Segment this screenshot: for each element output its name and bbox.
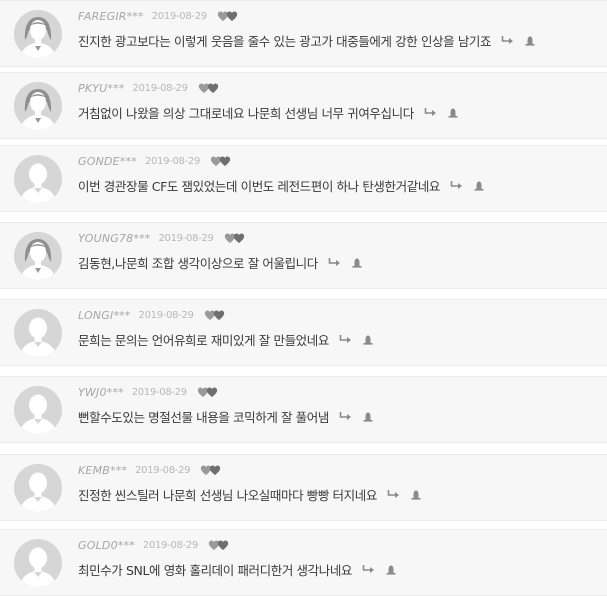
report-icon[interactable] — [448, 107, 458, 118]
comment-date: 2019-08-29 — [142, 539, 199, 551]
reply-icon[interactable] — [501, 35, 515, 45]
comment-item: GONDE*** 2019-08-29 이번 경관장물 CF도 잼있었는데 이번… — [0, 145, 607, 212]
comment-date: 2019-08-29 — [135, 464, 191, 476]
report-icon[interactable] — [363, 334, 373, 345]
comment-meta: YWJ0*** 2019-08-29 — [78, 385, 219, 399]
report-icon[interactable] — [474, 180, 484, 191]
comment-date: 2019-08-29 — [138, 309, 194, 321]
comment-date: 2019-08-29 — [144, 155, 201, 167]
report-icon[interactable] — [525, 35, 535, 46]
avatar-male — [14, 464, 62, 512]
hearts-icon — [208, 540, 230, 551]
username: KEMB*** — [78, 463, 128, 477]
report-icon[interactable] — [411, 489, 421, 500]
report-icon[interactable] — [363, 411, 373, 422]
username: GONDE*** — [78, 154, 137, 168]
comment-date: 2019-08-29 — [158, 232, 214, 244]
comment-meta: FAREGIR*** 2019-08-29 — [78, 9, 239, 23]
hearts-icon — [200, 465, 222, 476]
comment-meta: LONGI*** 2019-08-29 — [78, 308, 226, 322]
comment-meta: GOLD0*** 2019-08-29 — [78, 538, 230, 552]
report-icon[interactable] — [352, 257, 362, 268]
avatar-male — [14, 539, 62, 587]
comment-meta: GONDE*** 2019-08-29 — [78, 154, 232, 168]
comment-item: YWJ0*** 2019-08-29 뻔할수도있는 명절선물 내용을 코믹하게 … — [0, 376, 607, 443]
avatar-female — [14, 82, 62, 130]
comment-item: LONGI*** 2019-08-29 문희는 문의는 언어유희로 재미있게 잘… — [0, 299, 607, 366]
reply-icon[interactable] — [387, 489, 401, 499]
comment-item: GOLD0*** 2019-08-29 최민수가 SNL에 영화 홀리데이 패러… — [0, 529, 607, 596]
avatar-male — [14, 155, 62, 203]
comment-item: KEMB*** 2019-08-29 진정한 씬스틸러 나문희 선생님 나오실때… — [0, 454, 607, 521]
hearts-icon — [210, 156, 232, 167]
username: LONGI*** — [78, 308, 131, 322]
username: GOLD0*** — [78, 538, 135, 552]
comment-text: 이번 경관장물 CF도 잼있었는데 이번도 레전드편이 하나 탄생한거같네요 — [78, 178, 441, 194]
avatar-male — [14, 309, 62, 357]
avatar-female — [14, 10, 62, 58]
reply-icon[interactable] — [424, 107, 438, 117]
hearts-icon — [197, 387, 219, 398]
comment-item: PKYU*** 2019-08-29 거침없이 나왔을 의상 그대로네요 나문희… — [0, 72, 607, 139]
username: YOUNG78*** — [78, 231, 151, 245]
comment-item: FAREGIR*** 2019-08-29 진지한 광고보다는 이렇게 웃음을 … — [0, 0, 607, 67]
report-icon[interactable] — [386, 564, 396, 575]
username: YWJ0*** — [78, 385, 124, 399]
comment-text: 문희는 문의는 언어유희로 재미있게 잘 만들었네요 — [78, 332, 329, 348]
comment-text: 진정한 씬스틸러 나문희 선생님 나오실때마다 빵빵 터지네요 — [78, 487, 377, 503]
comment-date: 2019-08-29 — [151, 10, 207, 22]
username: FAREGIR*** — [78, 9, 144, 23]
hearts-icon — [204, 310, 226, 321]
comment-text: 진지한 광고보다는 이렇게 웃음을 줄수 있는 광고가 대중들에게 강한 인상을… — [78, 33, 492, 49]
reply-icon[interactable] — [339, 334, 353, 344]
comment-meta: KEMB*** 2019-08-29 — [78, 463, 222, 477]
comment-meta: YOUNG78*** 2019-08-29 — [78, 231, 246, 245]
avatar-male — [14, 386, 62, 434]
username: PKYU*** — [78, 81, 125, 95]
reply-icon[interactable] — [339, 411, 353, 421]
comment-text: 김동현,나문희 조합 생각이상으로 잘 어울립니다 — [78, 255, 318, 271]
comment-item: YOUNG78*** 2019-08-29 김동현,나문희 조합 생각이상으로 … — [0, 222, 607, 289]
comment-list: FAREGIR*** 2019-08-29 진지한 광고보다는 이렇게 웃음을 … — [0, 0, 607, 596]
hearts-icon — [224, 233, 246, 244]
reply-icon[interactable] — [450, 180, 464, 190]
comment-text: 뻔할수도있는 명절선물 내용을 코믹하게 잘 풀어냄 — [78, 409, 329, 425]
comment-meta: PKYU*** 2019-08-29 — [78, 81, 220, 95]
avatar-female — [14, 232, 62, 280]
comment-text: 거침없이 나왔을 의상 그대로네요 나문희 선생님 너무 귀여우십니다 — [78, 105, 414, 121]
comment-date: 2019-08-29 — [132, 82, 188, 94]
reply-icon[interactable] — [328, 257, 342, 267]
comment-date: 2019-08-29 — [131, 386, 187, 398]
comment-text: 최민수가 SNL에 영화 홀리데이 패러디한거 생각나네요 — [78, 562, 353, 578]
hearts-icon — [217, 11, 239, 22]
hearts-icon — [198, 83, 220, 94]
reply-icon[interactable] — [362, 564, 376, 574]
